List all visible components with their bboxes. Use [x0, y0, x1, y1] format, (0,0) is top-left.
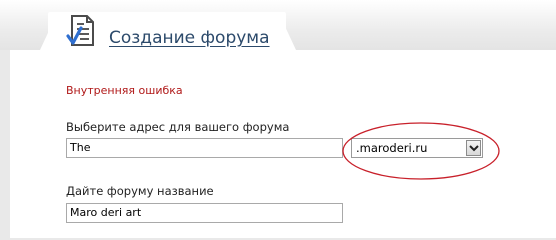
- page-title[interactable]: Создание форума: [109, 28, 270, 48]
- document-check-icon: [66, 14, 98, 48]
- chevron-down-icon: [469, 145, 479, 152]
- forum-address-input[interactable]: The: [66, 138, 343, 158]
- forum-name-input[interactable]: Maro deri art: [66, 203, 343, 223]
- error-message: Внутренняя ошибка: [66, 84, 183, 97]
- forum-address-label: Выберите адрес для вашего форума: [66, 120, 290, 134]
- dropdown-button[interactable]: [466, 140, 481, 156]
- domain-select-value: .maroderi.ru: [356, 141, 428, 155]
- forum-name-label: Дайте форуму название: [66, 184, 214, 198]
- domain-select[interactable]: .maroderi.ru: [351, 138, 483, 158]
